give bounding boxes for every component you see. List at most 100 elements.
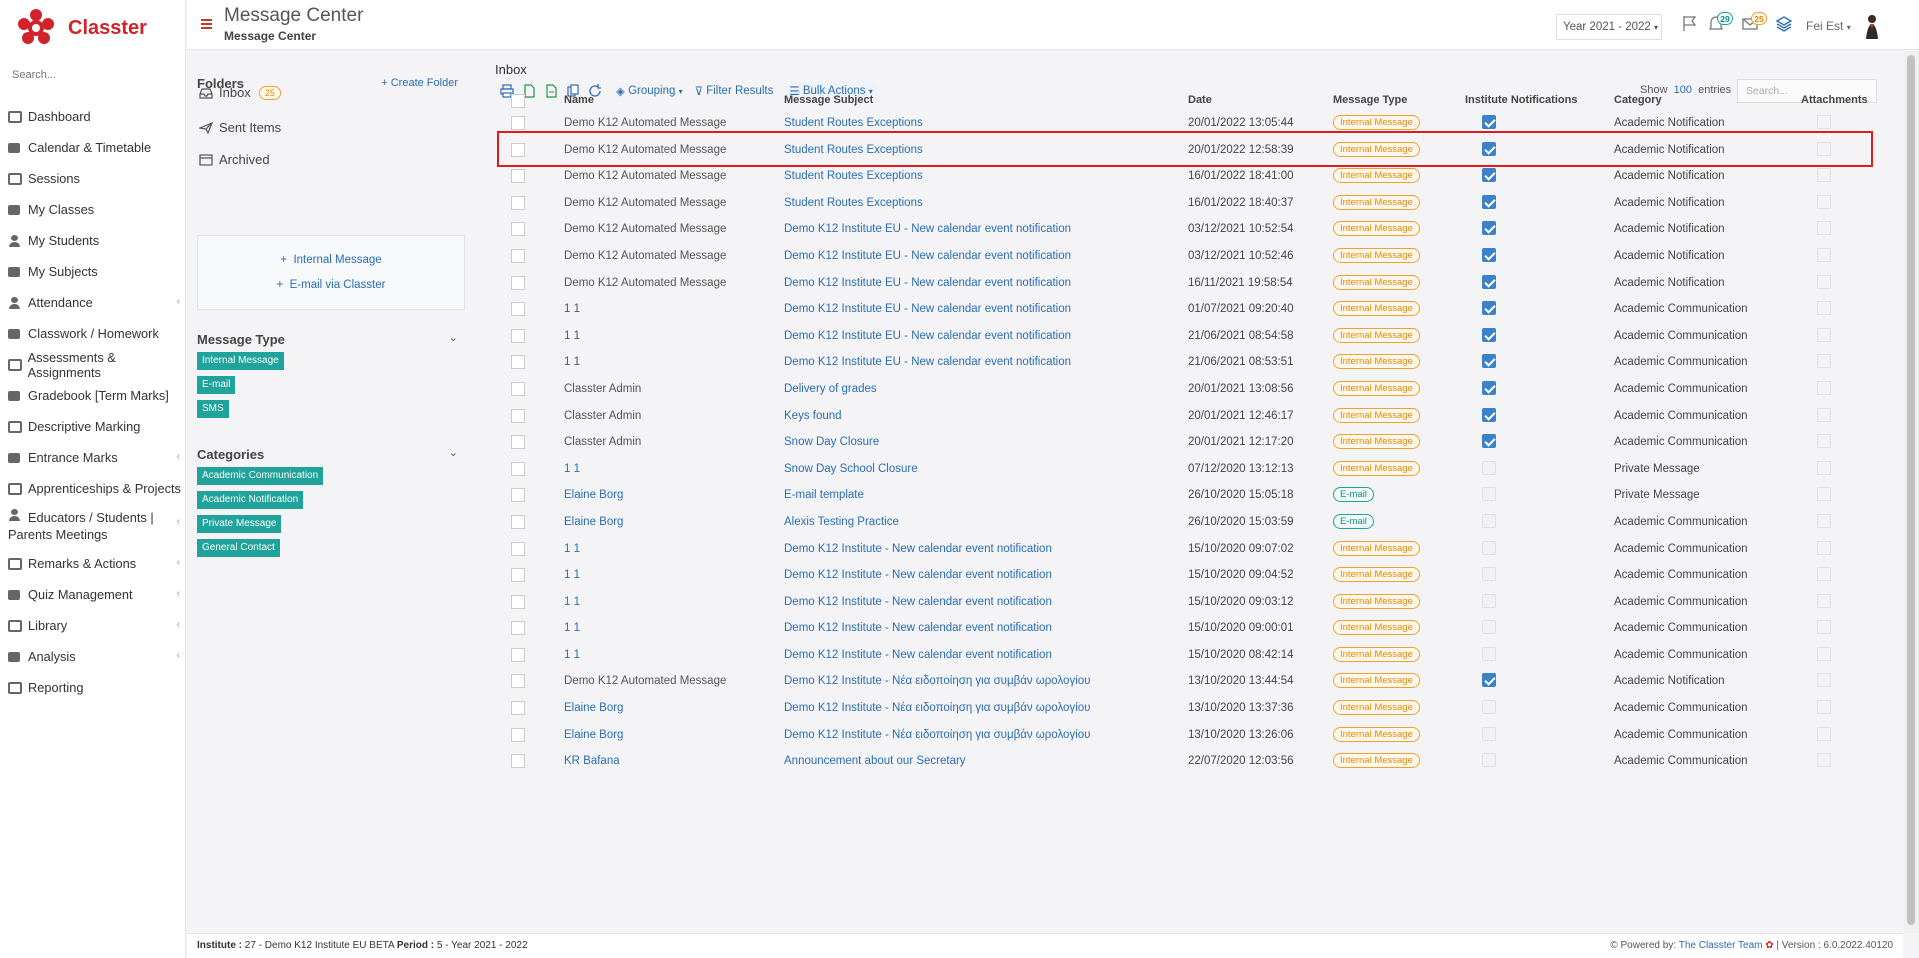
table-row[interactable]: Classter Admin Delivery of grades 20/01/20… (492, 377, 1892, 404)
table-row[interactable]: Demo K12 Automated Message Demo K12 Insti… (492, 244, 1892, 271)
tag-email[interactable]: E-mail (197, 376, 236, 394)
new-internal-message-button[interactable]: + Internal Message (198, 254, 464, 266)
row-select-checkbox[interactable] (511, 302, 525, 317)
sidebar-item-dashboard[interactable]: Dashboard (0, 101, 186, 132)
message-subject-link[interactable]: Demo K12 Institute EU - New calendar eve… (784, 223, 1071, 235)
row-select-checkbox[interactable] (511, 621, 525, 636)
table-row[interactable]: Classter Admin Keys found 20/01/2021 12:46… (492, 404, 1892, 431)
sender-name[interactable]: Elaine Borg (564, 702, 623, 714)
message-subject-link[interactable]: Demo K12 Institute EU - New calendar eve… (784, 303, 1071, 315)
chevron-down-icon[interactable]: ⌄ (449, 331, 458, 344)
message-subject-link[interactable]: Demo K12 Institute EU - New calendar eve… (784, 356, 1071, 368)
message-subject-link[interactable]: Announcement about our Secretary (784, 755, 966, 767)
row-select-checkbox[interactable] (511, 647, 525, 662)
sender-name[interactable]: KR Bafana (564, 755, 620, 767)
message-subject-link[interactable]: Student Routes Exceptions (784, 117, 923, 129)
tag-academic-communication[interactable]: Academic Communication (197, 467, 324, 485)
sidebar-item-remarks-actions[interactable]: Remarks & Actions ‹ (0, 548, 186, 579)
table-row[interactable]: Elaine Borg E-mail template 26/10/2020 15:… (492, 483, 1892, 510)
table-row[interactable]: 1 1 Demo K12 Institute EU - New calendar … (492, 297, 1892, 324)
menu-toggle-icon[interactable] (201, 19, 212, 29)
message-subject-link[interactable]: Demo K12 Institute - Νέα ειδοποίηση για … (784, 702, 1090, 714)
sender-name[interactable]: Elaine Borg (564, 516, 623, 528)
message-subject-link[interactable]: Demo K12 Institute - New calendar event … (784, 596, 1052, 608)
row-select-checkbox[interactable] (511, 328, 525, 343)
sender-name[interactable]: 1 1 (564, 569, 580, 581)
message-subject-link[interactable]: Demo K12 Institute EU - New calendar eve… (784, 250, 1071, 262)
chevron-down-icon[interactable]: ⌄ (449, 446, 458, 459)
table-row[interactable]: Classter Admin Snow Day Closure 20/01/2021… (492, 430, 1892, 457)
row-select-checkbox[interactable] (511, 355, 525, 370)
table-row[interactable]: Demo K12 Automated Message Student Routes… (492, 138, 1892, 165)
sidebar-item-reporting[interactable]: Reporting (0, 672, 186, 703)
year-select[interactable]: Year 2021 - 2022 ▾ (1556, 14, 1662, 40)
sidebar-item-assessments-assignments[interactable]: Assessments & Assignments (0, 349, 186, 380)
create-folder-button[interactable]: + Create Folder (381, 77, 458, 89)
sender-name[interactable]: Elaine Borg (564, 489, 623, 501)
row-select-checkbox[interactable] (511, 674, 525, 689)
row-select-checkbox[interactable] (511, 461, 525, 476)
table-row[interactable]: 1 1 Snow Day School Closure 07/12/2020 13:… (492, 457, 1892, 484)
folder-sent-items[interactable]: Sent Items (197, 120, 281, 135)
row-select-checkbox[interactable] (511, 514, 525, 529)
sidebar-item-quiz-management[interactable]: Quiz Management ‹ (0, 579, 186, 610)
sidebar-item-educators-students-parents-meetings[interactable]: Educators / Students | Parents Meetings ‹ (0, 504, 186, 548)
folder-archived[interactable]: Archived (199, 152, 270, 167)
tag-internal-message[interactable]: Internal Message (197, 352, 284, 370)
sidebar-item-analysis[interactable]: Analysis ‹ (0, 641, 186, 672)
table-row[interactable]: Elaine Borg Demo K12 Institute - Νέα ειδο… (492, 723, 1892, 750)
table-row[interactable]: Elaine Borg Demo K12 Institute - Νέα ειδο… (492, 696, 1892, 723)
row-select-checkbox[interactable] (511, 248, 525, 263)
row-select-checkbox[interactable] (511, 568, 525, 583)
table-row[interactable]: Demo K12 Automated Message Demo K12 Insti… (492, 669, 1892, 696)
table-row[interactable]: KR Bafana Announcement about our Secretar… (492, 749, 1892, 776)
sidebar-item-library[interactable]: Library ‹ (0, 610, 186, 641)
message-subject-link[interactable]: Student Routes Exceptions (784, 170, 923, 182)
column-header-notifications[interactable]: Institute Notifications (1465, 94, 1577, 106)
sender-name[interactable]: 1 1 (564, 543, 580, 555)
row-select-checkbox[interactable] (511, 381, 525, 396)
row-select-checkbox[interactable] (511, 142, 525, 157)
sidebar-item-entrance-marks[interactable]: Entrance Marks ‹ (0, 442, 186, 473)
table-row[interactable]: 1 1 Demo K12 Institute - New calendar eve… (492, 537, 1892, 564)
message-subject-link[interactable]: Keys found (784, 410, 842, 422)
row-select-checkbox[interactable] (511, 222, 525, 237)
sidebar-item-my-classes[interactable]: My Classes (0, 194, 186, 225)
message-subject-link[interactable]: Demo K12 Institute - New calendar event … (784, 543, 1052, 555)
row-select-checkbox[interactable] (511, 727, 525, 742)
folder-inbox[interactable]: Inbox 25 (199, 85, 281, 100)
classter-team-link[interactable]: The Classter Team (1679, 940, 1763, 951)
message-subject-link[interactable]: Snow Day Closure (784, 436, 879, 448)
column-header-type[interactable]: Message Type (1333, 94, 1407, 106)
message-subject-link[interactable]: Student Routes Exceptions (784, 144, 923, 156)
message-subject-link[interactable]: Demo K12 Institute - Νέα ειδοποίηση για … (784, 729, 1090, 741)
row-select-checkbox[interactable] (511, 594, 525, 609)
column-header-category[interactable]: Category (1614, 94, 1662, 106)
row-select-checkbox[interactable] (511, 488, 525, 503)
sender-name[interactable]: Elaine Borg (564, 729, 623, 741)
row-select-checkbox[interactable] (511, 195, 525, 210)
message-subject-link[interactable]: Demo K12 Institute - New calendar event … (784, 622, 1052, 634)
row-select-checkbox[interactable] (511, 116, 525, 130)
logo[interactable]: Classter (16, 8, 147, 48)
row-select-checkbox[interactable] (511, 435, 525, 450)
message-subject-link[interactable]: E-mail template (784, 489, 864, 501)
row-select-checkbox[interactable] (511, 408, 525, 423)
row-select-checkbox[interactable] (511, 169, 525, 184)
sidebar-item-my-subjects[interactable]: My Subjects (0, 256, 186, 287)
table-row[interactable]: 1 1 Demo K12 Institute - New calendar eve… (492, 590, 1892, 617)
table-row[interactable]: Demo K12 Automated Message Student Routes… (492, 111, 1892, 138)
message-subject-link[interactable]: Snow Day School Closure (784, 463, 918, 475)
table-row[interactable]: Demo K12 Automated Message Student Routes… (492, 164, 1892, 191)
sender-name[interactable]: 1 1 (564, 649, 580, 661)
table-row[interactable]: 1 1 Demo K12 Institute - New calendar eve… (492, 643, 1892, 670)
table-row[interactable]: 1 1 Demo K12 Institute EU - New calendar … (492, 350, 1892, 377)
message-subject-link[interactable]: Student Routes Exceptions (784, 197, 923, 209)
sender-name[interactable]: 1 1 (564, 463, 580, 475)
table-row[interactable]: Demo K12 Automated Message Student Routes… (492, 191, 1892, 218)
message-subject-link[interactable]: Demo K12 Institute EU - New calendar eve… (784, 330, 1071, 342)
select-all-checkbox[interactable] (511, 94, 525, 108)
message-subject-link[interactable]: Demo K12 Institute - New calendar event … (784, 649, 1052, 661)
tag-academic-notification[interactable]: Academic Notification (197, 491, 304, 509)
sidebar-item-my-students[interactable]: My Students (0, 225, 186, 256)
